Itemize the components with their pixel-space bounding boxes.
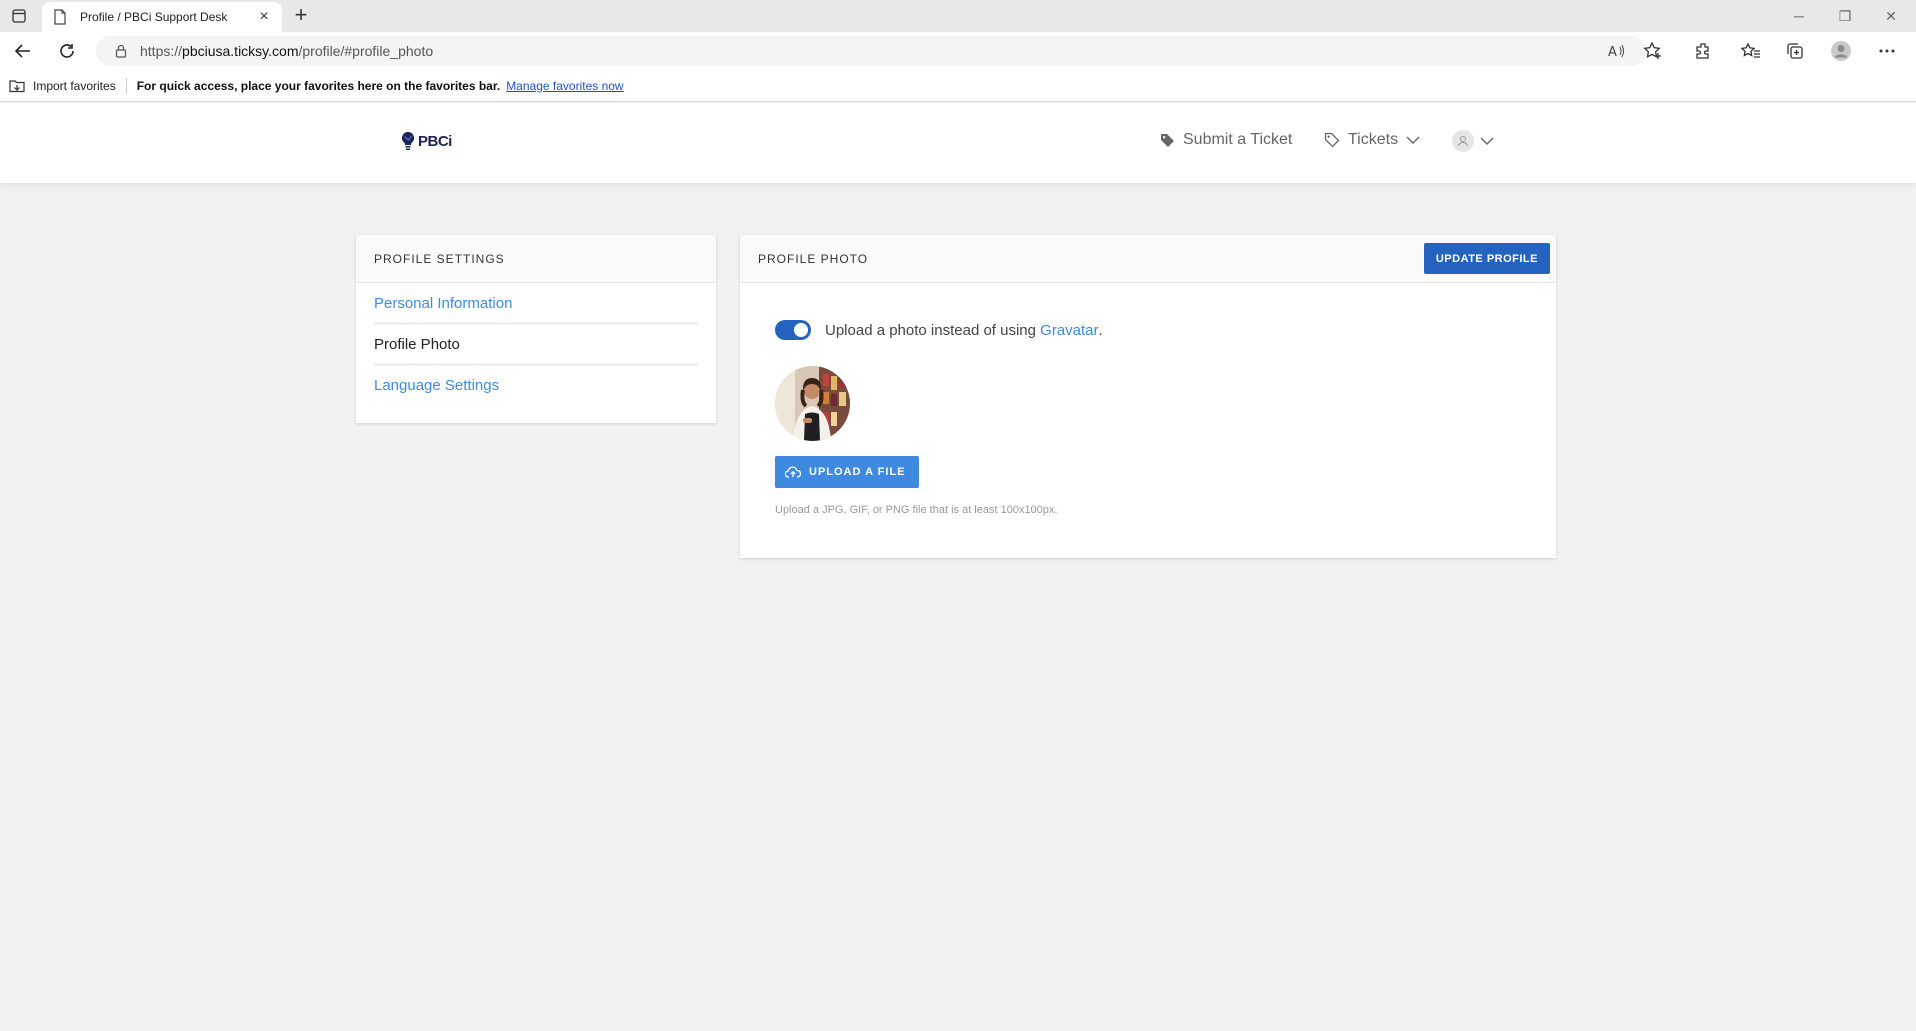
- toggle-label: Upload a photo instead of using: [825, 321, 1036, 339]
- favorites-icon[interactable]: [1740, 40, 1762, 62]
- close-window-icon[interactable]: ✕: [1868, 0, 1914, 32]
- url-host: pbciusa.ticksy.com: [182, 43, 299, 59]
- gravatar-toggle-row: Upload a photo instead of using Gravatar…: [775, 320, 1103, 340]
- back-icon[interactable]: [10, 38, 36, 64]
- submit-ticket-label: Submit a Ticket: [1183, 131, 1293, 148]
- url-path: /profile/#profile_photo: [298, 43, 434, 59]
- profile-photo-card: PROFILE PHOTO UPDATE PROFILE Upload a ph…: [740, 235, 1556, 558]
- address-toolbar: https://pbciusa.ticksy.com/profile/#prof…: [0, 32, 1916, 70]
- profile-settings-menu: Personal Information Profile Photo Langu…: [356, 283, 716, 406]
- sidebar-item-profile-photo[interactable]: Profile Photo: [374, 324, 698, 365]
- svg-text:A: A: [1608, 45, 1617, 59]
- gravatar-link[interactable]: Gravatar: [1040, 322, 1098, 339]
- refresh-icon[interactable]: [54, 38, 80, 64]
- manage-favorites-link[interactable]: Manage favorites now: [506, 79, 623, 93]
- more-options-icon[interactable]: [1876, 40, 1898, 62]
- profile-settings-title: PROFILE SETTINGS: [356, 235, 716, 283]
- tickets-dropdown[interactable]: Tickets: [1324, 131, 1420, 149]
- profile-photo-image: [775, 366, 850, 441]
- tag-icon: [1161, 133, 1174, 147]
- add-favorite-icon[interactable]: [1642, 40, 1664, 62]
- logo-text: PBCi: [418, 132, 452, 150]
- upload-file-label: UPLOAD A FILE: [809, 466, 906, 478]
- restore-icon[interactable]: ❐: [1822, 0, 1868, 32]
- user-menu-dropdown[interactable]: [1452, 130, 1494, 152]
- update-profile-button[interactable]: UPDATE PROFILE: [1423, 243, 1550, 274]
- new-tab-icon[interactable]: +: [290, 4, 312, 27]
- tab-title: Profile / PBCi Support Desk: [80, 10, 228, 24]
- user-icon: [1458, 136, 1468, 147]
- user-avatar: [1452, 130, 1474, 152]
- import-favorites-label: Import favorites: [33, 78, 116, 93]
- minimize-icon[interactable]: ─: [1776, 0, 1822, 32]
- sidebar-item-personal-information[interactable]: Personal Information: [374, 283, 698, 324]
- chevron-down-icon: [1480, 137, 1494, 145]
- toggle-knob: [794, 323, 808, 337]
- profile-settings-card: PROFILE SETTINGS Personal Information Pr…: [356, 235, 716, 423]
- import-icon: [9, 79, 25, 92]
- tag-outline-icon: [1324, 132, 1340, 148]
- extensions-icon[interactable]: [1692, 40, 1714, 62]
- collections-icon[interactable]: [1784, 40, 1806, 62]
- url-prefix: https://: [140, 43, 183, 59]
- upload-hint-text: Upload a JPG, GIF, or PNG file that is a…: [775, 504, 1058, 516]
- upload-photo-toggle[interactable]: [775, 320, 811, 340]
- chevron-down-icon: [1406, 136, 1420, 144]
- page-icon: [54, 9, 66, 25]
- profile-photo-header: PROFILE PHOTO UPDATE PROFILE: [740, 235, 1556, 283]
- site-header: PBCi Submit a Ticket Tickets: [0, 103, 1916, 183]
- lightbulb-logo-icon: [401, 131, 415, 150]
- lock-icon[interactable]: [114, 44, 128, 58]
- toggle-suffix: .: [1098, 321, 1103, 339]
- submit-ticket-link[interactable]: Submit a Ticket: [1160, 131, 1292, 149]
- favorites-divider: [125, 77, 127, 94]
- import-favorites-button[interactable]: Import favorites: [9, 79, 116, 93]
- read-aloud-icon[interactable]: A: [1606, 40, 1628, 62]
- favorites-bar: Import favorites For quick access, place…: [0, 70, 1916, 102]
- sidebar-item-language-settings[interactable]: Language Settings: [374, 365, 698, 406]
- pbci-logo[interactable]: PBCi: [400, 131, 452, 151]
- favorites-hint: For quick access, place your favorites h…: [136, 78, 501, 93]
- browser-titlebar: Profile / PBCi Support Desk × + ─ ❐ ✕: [0, 0, 1916, 32]
- tickets-label: Tickets: [1348, 131, 1399, 148]
- address-input[interactable]: https://pbciusa.ticksy.com/profile/#prof…: [96, 36, 1646, 66]
- tab-actions-icon[interactable]: [8, 6, 30, 26]
- profile-avatar-icon[interactable]: [1830, 40, 1852, 62]
- upload-file-button[interactable]: UPLOAD A FILE: [775, 456, 919, 488]
- browser-tab-active[interactable]: Profile / PBCi Support Desk ×: [42, 2, 282, 32]
- close-tab-icon[interactable]: ×: [256, 9, 272, 25]
- profile-photo-title: PROFILE PHOTO: [758, 251, 869, 266]
- cloud-upload-icon: [785, 466, 801, 478]
